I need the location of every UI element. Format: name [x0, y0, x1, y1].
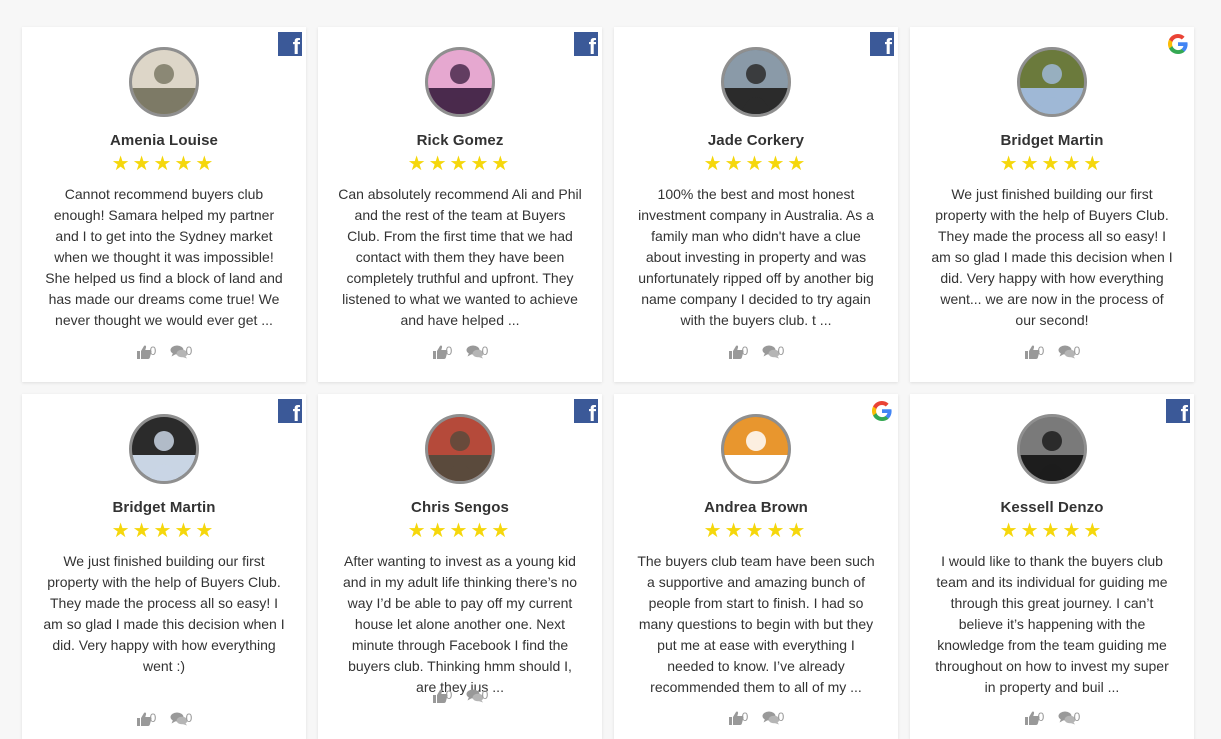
comment-button[interactable]: 0 — [762, 709, 785, 725]
like-button[interactable]: 0 — [432, 687, 453, 703]
comment-count: 0 — [777, 343, 785, 358]
like-count: 0 — [1037, 343, 1045, 358]
review-card-3: f Jade Corkery ★★★★★ 100% the best and m… — [614, 27, 898, 382]
review-text: We just finished building our first prop… — [931, 186, 1173, 328]
reviewer-name: Jade Corkery — [707, 132, 805, 149]
review-actions: 0 0 — [318, 686, 602, 703]
review-text: 100% the best and most honest investment… — [638, 186, 874, 328]
review-actions: 0 0 — [910, 342, 1194, 359]
reviewer-name: Bridget Martin — [1000, 132, 1104, 149]
facebook-icon[interactable]: f — [574, 399, 598, 425]
comment-button[interactable]: 0 — [466, 687, 489, 703]
like-count: 0 — [445, 343, 453, 358]
facebook-icon[interactable]: f — [278, 399, 302, 425]
like-count: 0 — [741, 709, 749, 724]
like-button[interactable]: 0 — [432, 343, 453, 359]
review-text: We just finished building our first prop… — [43, 553, 285, 674]
like-count: 0 — [1037, 709, 1045, 724]
reviewer-name: Rick Gomez — [416, 132, 504, 149]
reviewer-avatar — [1017, 47, 1087, 117]
like-button[interactable]: 0 — [136, 710, 157, 726]
facebook-icon[interactable]: f — [1166, 399, 1190, 425]
reviewer-avatar — [425, 414, 495, 484]
reviewer-avatar — [721, 47, 791, 117]
reviewer-avatar — [1017, 414, 1087, 484]
review-actions: 0 0 — [910, 708, 1194, 725]
review-actions: 0 0 — [318, 342, 602, 359]
like-button[interactable]: 0 — [1024, 709, 1045, 725]
review-card-6: f Chris Sengos ★★★★★ After wanting to in… — [318, 394, 602, 739]
reviewer-name: Bridget Martin — [112, 499, 216, 516]
like-button[interactable]: 0 — [1024, 343, 1045, 359]
like-count: 0 — [741, 343, 749, 358]
rating-stars: ★★★★★ — [703, 151, 809, 175]
review-card-4: Bridget Martin ★★★★★ We just finished bu… — [910, 27, 1194, 382]
comment-button[interactable]: 0 — [1058, 709, 1081, 725]
review-card-8: f Kessell Denzo ★★★★★ I would like to th… — [910, 394, 1194, 739]
comment-icon — [466, 689, 484, 703]
comment-button[interactable]: 0 — [466, 343, 489, 359]
review-actions: 0 0 — [614, 708, 898, 725]
like-button[interactable]: 0 — [728, 343, 749, 359]
like-count: 0 — [445, 687, 453, 702]
facebook-icon[interactable]: f — [278, 32, 302, 58]
rating-stars: ★★★★★ — [407, 518, 513, 542]
review-card-7: Andrea Brown ★★★★★ The buyers club team … — [614, 394, 898, 739]
comment-icon — [762, 345, 780, 359]
review-text: I would like to thank the buyers club te… — [935, 553, 1169, 695]
comment-count: 0 — [185, 710, 193, 725]
like-count: 0 — [149, 710, 157, 725]
facebook-icon[interactable]: f — [870, 32, 894, 58]
comment-button[interactable]: 0 — [1058, 343, 1081, 359]
rating-stars: ★★★★★ — [407, 151, 513, 175]
reviewer-name: Amenia Louise — [110, 132, 218, 149]
comment-count: 0 — [481, 687, 489, 702]
reviewer-avatar — [721, 414, 791, 484]
comment-button[interactable]: 0 — [170, 343, 193, 359]
comment-icon — [762, 711, 780, 725]
comment-count: 0 — [1073, 343, 1081, 358]
review-text: After wanting to invest as a young kid a… — [343, 553, 577, 695]
review-card-5: f Bridget Martin ★★★★★ We just finished … — [22, 394, 306, 739]
rating-stars: ★★★★★ — [999, 151, 1105, 175]
review-text: Cannot recommend buyers club enough! Sam… — [45, 186, 283, 328]
review-actions: 0 0 — [22, 709, 306, 726]
comment-button[interactable]: 0 — [762, 343, 785, 359]
review-card-2: f Rick Gomez ★★★★★ Can absolutely recomm… — [318, 27, 602, 382]
comment-count: 0 — [777, 709, 785, 724]
review-text: Can absolutely recommend Ali and Phil an… — [338, 186, 582, 328]
rating-stars: ★★★★★ — [999, 518, 1105, 542]
reviewer-avatar — [425, 47, 495, 117]
like-count: 0 — [149, 343, 157, 358]
reviewer-avatar — [129, 47, 199, 117]
google-icon[interactable] — [870, 399, 894, 423]
reviewer-avatar — [129, 414, 199, 484]
comment-count: 0 — [185, 343, 193, 358]
review-text: The buyers club team have been such a su… — [637, 553, 875, 695]
reviewer-name: Kessell Denzo — [1000, 499, 1104, 516]
rating-stars: ★★★★★ — [703, 518, 809, 542]
comment-count: 0 — [1073, 709, 1081, 724]
rating-stars: ★★★★★ — [111, 151, 217, 175]
comment-button[interactable]: 0 — [170, 710, 193, 726]
comment-icon — [170, 712, 188, 726]
review-actions: 0 0 — [22, 342, 306, 359]
like-button[interactable]: 0 — [136, 343, 157, 359]
comment-count: 0 — [481, 343, 489, 358]
comment-icon — [1058, 345, 1076, 359]
reviewer-name: Chris Sengos — [411, 499, 509, 516]
comment-icon — [170, 345, 188, 359]
rating-stars: ★★★★★ — [111, 518, 217, 542]
facebook-icon[interactable]: f — [574, 32, 598, 58]
reviewer-name: Andrea Brown — [704, 499, 808, 516]
review-card-1: f Amenia Louise ★★★★★ Cannot recommend b… — [22, 27, 306, 382]
comment-icon — [466, 345, 484, 359]
comment-icon — [1058, 711, 1076, 725]
like-button[interactable]: 0 — [728, 709, 749, 725]
review-actions: 0 0 — [614, 342, 898, 359]
google-icon[interactable] — [1166, 32, 1190, 56]
